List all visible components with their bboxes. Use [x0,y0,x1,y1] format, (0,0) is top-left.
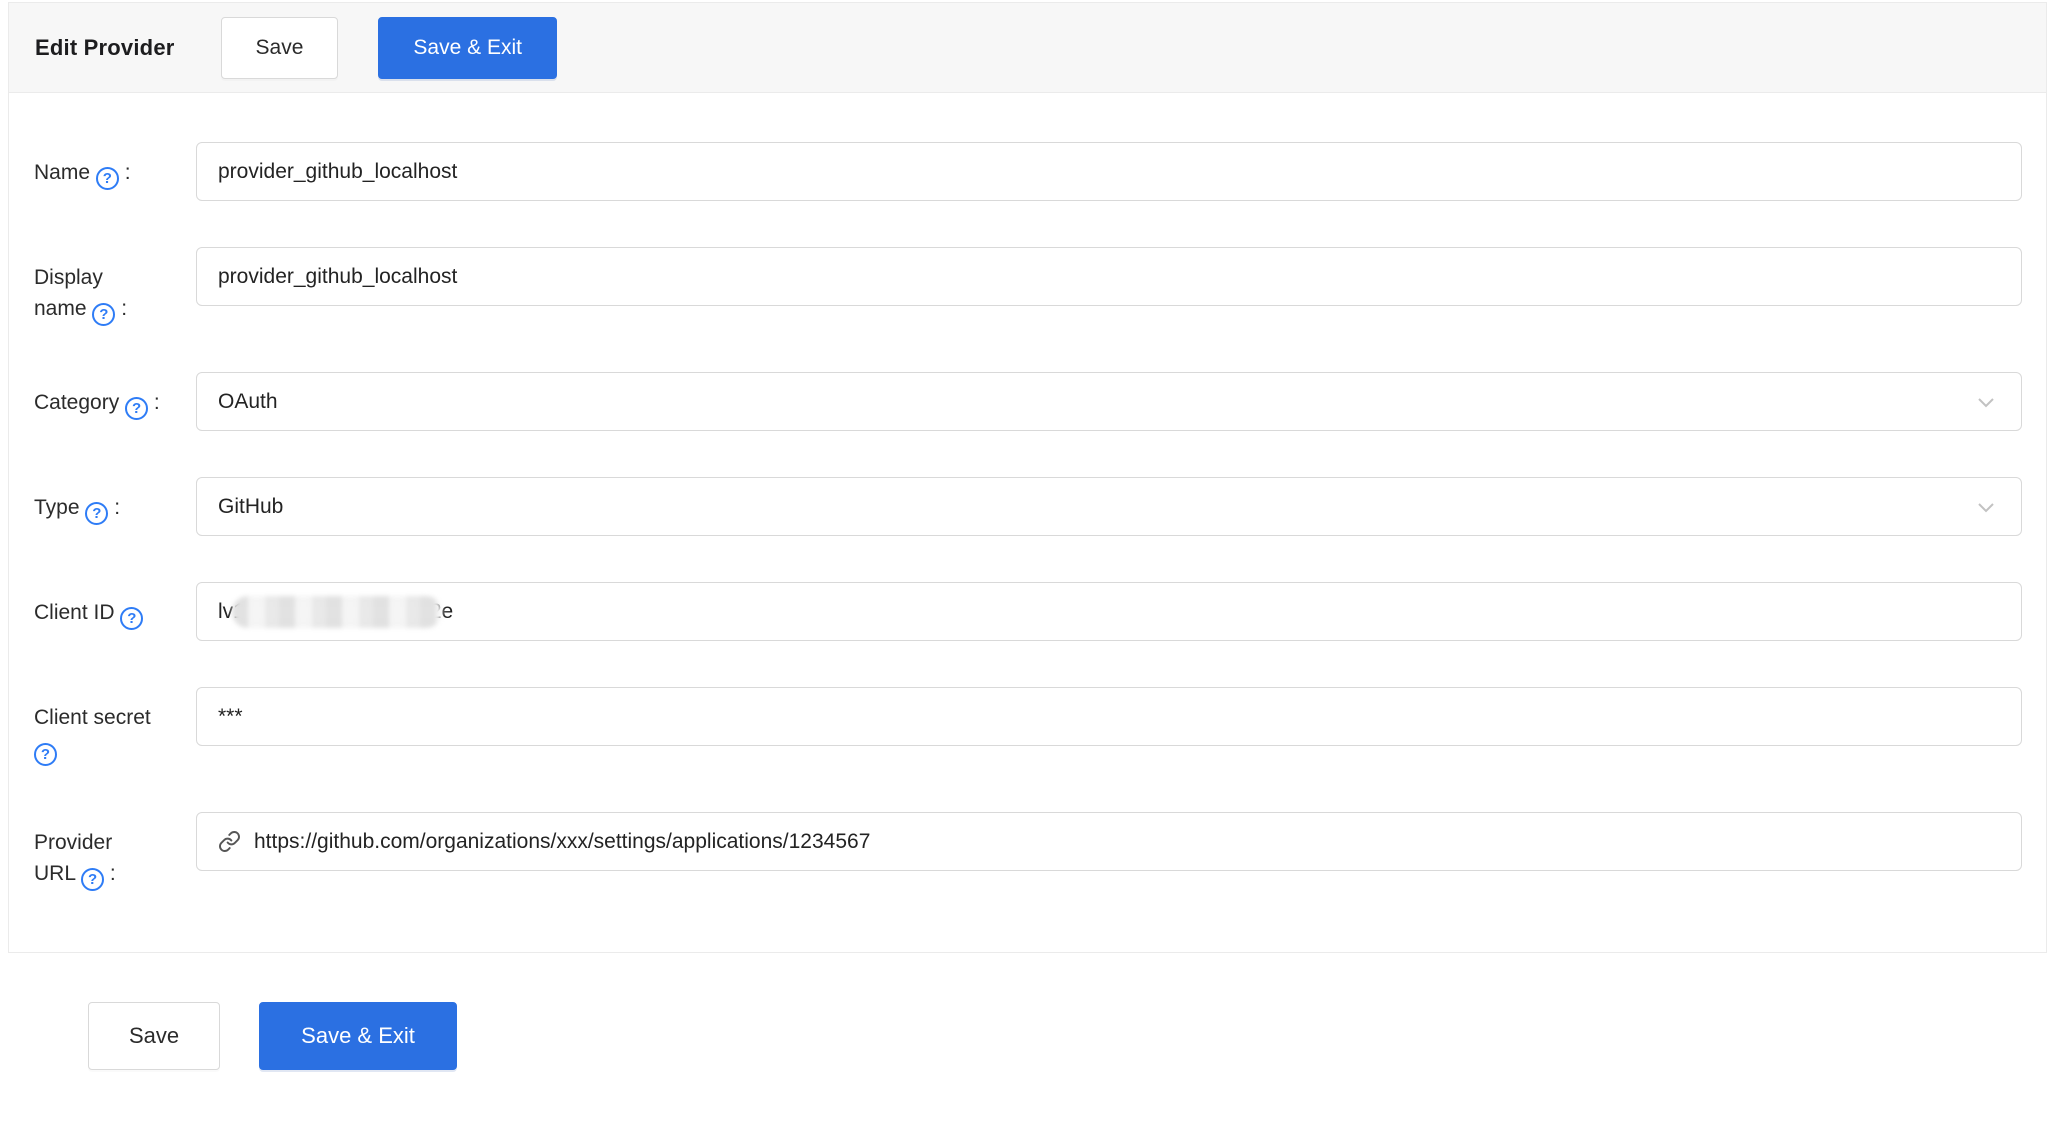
category-select-value: OAuth [218,390,278,414]
provider-edit-page: Edit Provider Save Save & Exit Name ? : [0,0,2049,1139]
label-colon: : [110,862,116,885]
redaction-blur [232,596,442,628]
form-row-name: Name ? : [34,142,2022,201]
provider-url-input[interactable]: https://github.com/organizations/xxx/set… [196,812,2022,871]
edit-provider-card: Edit Provider Save Save & Exit Name ? : [8,2,2047,953]
form-row-category: Category ? : OAuth [34,372,2022,431]
form-row-display-name: Display name ? : [34,247,2022,326]
save-exit-button-top[interactable]: Save & Exit [378,17,557,79]
footer-actions: Save Save & Exit [88,1002,457,1070]
client-secret-input[interactable] [196,687,2022,746]
client-secret-label: Client secret ? [34,687,196,766]
type-select-value: GitHub [218,495,283,519]
label-colon: : [114,496,120,519]
client-id-input[interactable]: lv1 2e [196,582,2022,641]
provider-form: Name ? : Display name ? : [9,93,2046,921]
label-colon: : [154,391,160,414]
client-id-label: Client ID ? [34,582,196,630]
label-colon: : [121,297,127,320]
provider-url-value: https://github.com/organizations/xxx/set… [254,830,870,854]
form-row-client-secret: Client secret ? [34,687,2022,766]
form-row-provider-url: Provider URL ? : https://github.com [34,812,2022,891]
type-label: Type ? : [34,477,196,525]
provider-url-label: Provider URL ? : [34,812,196,891]
question-circle-icon[interactable]: ? [85,502,108,525]
question-circle-icon[interactable]: ? [34,743,57,766]
question-circle-icon[interactable]: ? [92,303,115,326]
chevron-down-icon [1974,495,1998,519]
type-select[interactable]: GitHub [196,477,2022,536]
question-circle-icon[interactable]: ? [120,607,143,630]
category-label: Category ? : [34,372,196,420]
form-row-type: Type ? : GitHub [34,477,2022,536]
name-input[interactable] [196,142,2022,201]
question-circle-icon[interactable]: ? [96,167,119,190]
label-colon: : [125,161,131,184]
category-select[interactable]: OAuth [196,372,2022,431]
question-circle-icon[interactable]: ? [81,868,104,891]
chevron-down-icon [1974,390,1998,414]
save-button-bottom[interactable]: Save [88,1002,220,1070]
page-title: Edit Provider [35,35,175,61]
display-name-label: Display name ? : [34,247,196,326]
card-header: Edit Provider Save Save & Exit [9,3,2046,93]
link-icon[interactable] [218,830,241,853]
save-exit-button-bottom[interactable]: Save & Exit [259,1002,457,1070]
save-button-top[interactable]: Save [221,17,339,79]
question-circle-icon[interactable]: ? [125,397,148,420]
form-row-client-id: Client ID ? lv1 2e [34,582,2022,641]
display-name-input[interactable] [196,247,2022,306]
name-label: Name ? : [34,142,196,190]
